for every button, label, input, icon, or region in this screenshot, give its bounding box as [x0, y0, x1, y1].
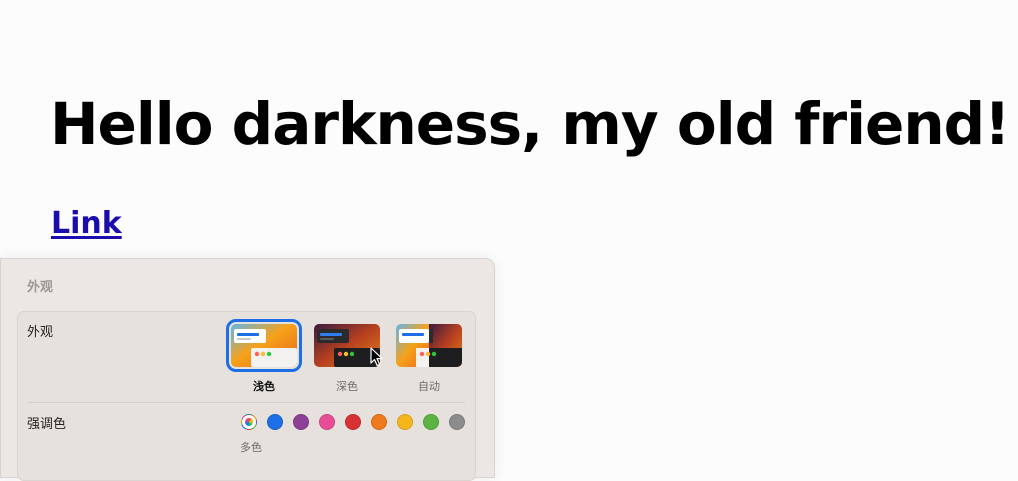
appearance-option-auto-label: 自动: [418, 380, 440, 393]
auto-theme-preview: [396, 324, 462, 367]
appearance-option-dark-label: 深色: [336, 380, 358, 393]
light-theme-preview: [231, 324, 297, 367]
accent-swatch[interactable]: [319, 414, 335, 430]
accent-color-caption: 多色: [240, 441, 262, 454]
panel-title: 外观: [27, 280, 54, 295]
appearance-option-light[interactable]: [226, 319, 302, 372]
accent-swatch[interactable]: [397, 414, 413, 430]
accent-swatch[interactable]: [345, 414, 361, 430]
accent-swatch[interactable]: [267, 414, 283, 430]
accent-swatch[interactable]: [449, 414, 465, 430]
page-link[interactable]: Link: [51, 204, 122, 244]
accent-swatch[interactable]: [371, 414, 387, 430]
appearance-group: 外观 浅色 深色 自动 强调色 多色: [17, 311, 476, 481]
accent-swatch-multicolor[interactable]: [241, 414, 257, 430]
accent-swatch[interactable]: [423, 414, 439, 430]
appearance-row-label: 外观: [27, 325, 54, 340]
page-heading: Hello darkness, my old friend!: [50, 90, 1011, 158]
accent-color-row-label: 强调色: [27, 417, 67, 432]
accent-swatch[interactable]: [293, 414, 309, 430]
appearance-option-auto[interactable]: [396, 324, 462, 367]
mouse-cursor-icon: [370, 347, 383, 367]
appearance-option-light-label: 浅色: [253, 380, 275, 393]
row-divider: [28, 402, 465, 403]
appearance-settings-panel: 外观 外观 浅色 深色 自动 强调色 多色: [0, 258, 495, 481]
